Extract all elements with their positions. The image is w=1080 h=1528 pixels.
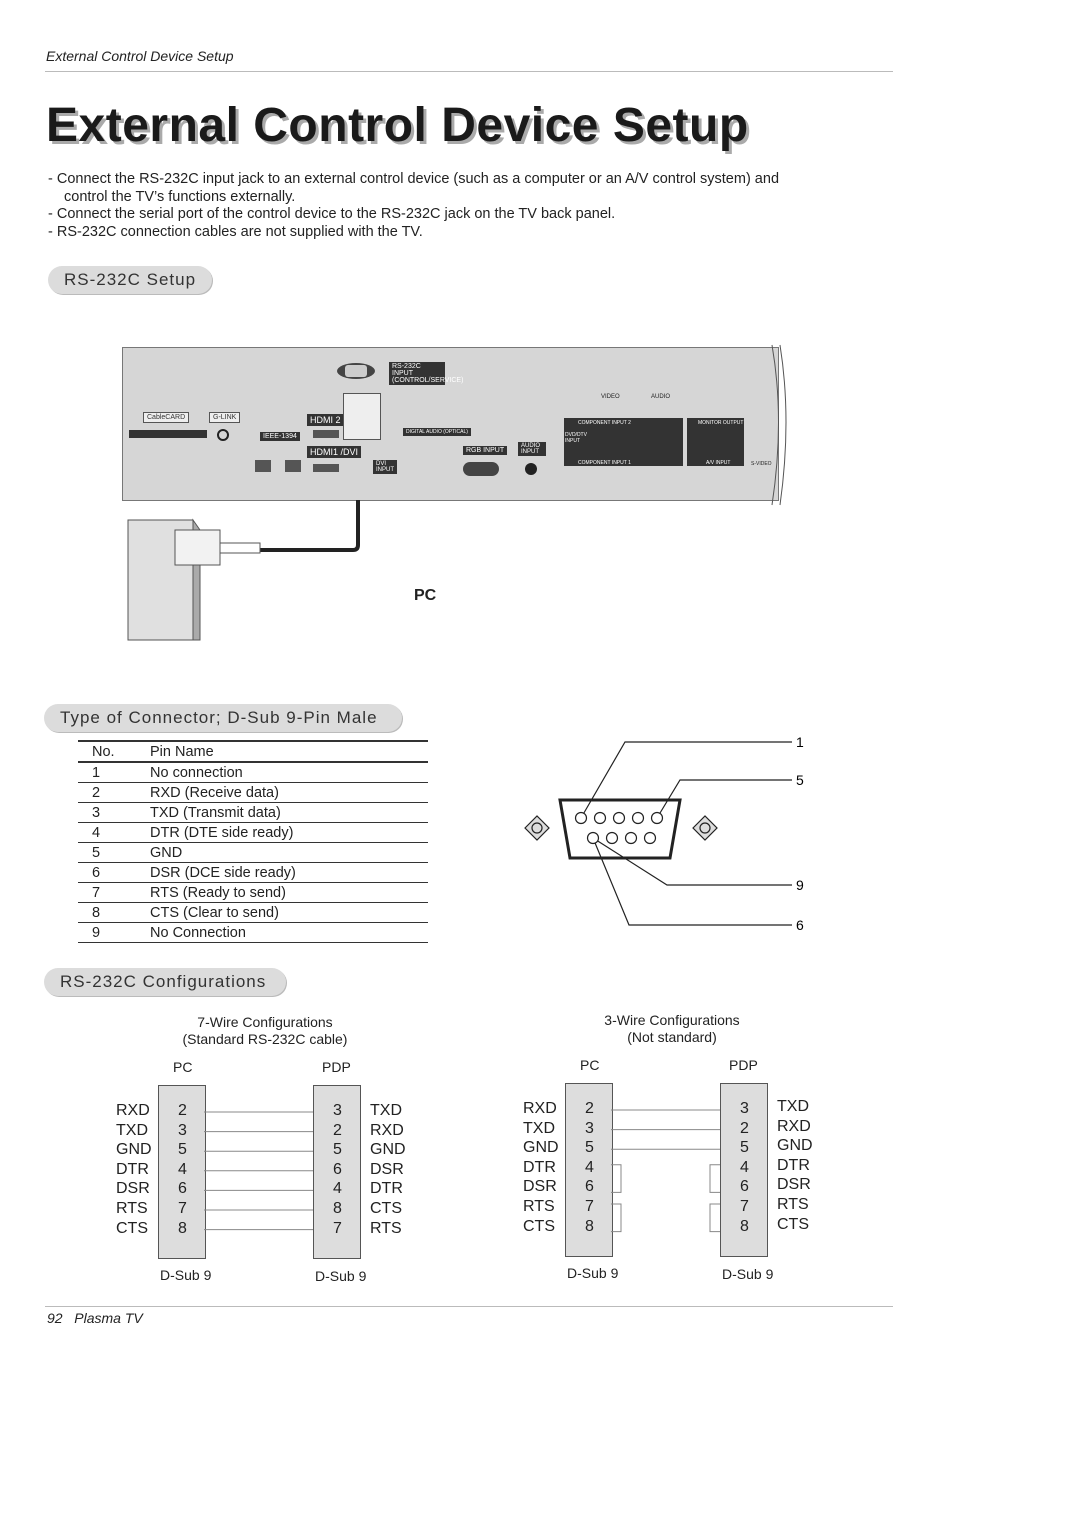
footer-rule — [45, 1306, 893, 1307]
dsub9-connector-diagram: 1 5 9 6 — [524, 734, 804, 933]
footer: 92 Plasma TV — [47, 1310, 143, 1326]
table-row: 4 DTR (DTE side ready) — [78, 822, 428, 843]
manual-page: External Control Device Setup External C… — [0, 0, 1080, 1528]
pc-label: PC — [414, 587, 437, 604]
pin-name: RXD (Receive data) — [150, 782, 428, 803]
pin-name: GND — [150, 842, 428, 863]
config-3wire: 3-Wire Configurations (Not standard) PC PDP… — [507, 1010, 837, 1290]
pin-label-5: 5 — [796, 772, 804, 788]
pin-number: 5 — [78, 842, 150, 863]
intro-bullets: - Connect the RS-232C input jack to an e… — [48, 171, 808, 241]
pin-name: No Connection — [150, 922, 428, 943]
page-title: External Control Device Setup — [46, 99, 749, 152]
pin-table: No. Pin Name 1 No connection 2 RXD (Receive … — [78, 740, 428, 943]
pdp-dsub-label: D-Sub 9 — [722, 1266, 774, 1282]
pc-dsub-label: D-Sub 9 — [160, 1267, 212, 1283]
pin-number: 2 — [78, 782, 150, 803]
bullet: - RS-232C connection cables are not supp… — [48, 223, 423, 240]
pin-number: 6 — [78, 862, 150, 883]
pin-number: 1 — [78, 761, 150, 783]
pin-name: RTS (Ready to send) — [150, 882, 428, 903]
table-row: 8 CTS (Clear to send) — [78, 902, 428, 923]
pin-name: CTS (Clear to send) — [150, 902, 428, 923]
table-row: 3 TXD (Transmit data) — [78, 802, 428, 823]
pc-serial-plug-icon — [174, 529, 221, 566]
loopback — [611, 1164, 720, 1233]
pin-name: DSR (DCE side ready) — [150, 862, 428, 883]
pc-dsub-label: D-Sub 9 — [567, 1265, 619, 1281]
section-configurations: RS-232C Configurations — [44, 968, 287, 996]
product-name: Plasma TV — [74, 1310, 143, 1326]
header-rule — [45, 71, 893, 72]
pin-number: 3 — [78, 802, 150, 823]
table-row: 6 DSR (DCE side ready) — [78, 862, 428, 883]
pin-number: 4 — [78, 822, 150, 843]
page-number: 92 — [47, 1310, 63, 1326]
section-rs232c-setup: RS-232C Setup — [48, 266, 213, 294]
pin-number: 9 — [78, 922, 150, 943]
pin-name: No connection — [150, 761, 428, 783]
connection-drawing — [127, 344, 787, 641]
pin-name: DTR (DTE side ready) — [150, 822, 428, 843]
table-row: 1 No connection — [78, 761, 428, 783]
bullet: - Connect the RS-232C input jack to an e… — [48, 171, 780, 205]
pin-label-1: 1 — [796, 734, 804, 750]
bullet: - Connect the serial port of the control… — [48, 206, 616, 222]
pin-label-6: 6 — [796, 917, 804, 933]
pin-name: TXD (Transmit data) — [150, 802, 428, 823]
table-row: 9 No Connection — [78, 922, 428, 943]
pin-number: 7 — [78, 882, 150, 903]
pdp-dsub-label: D-Sub 9 — [315, 1268, 367, 1284]
pin-number: 8 — [78, 902, 150, 923]
section-connector-type: Type of Connector; D-Sub 9-Pin Male — [44, 704, 402, 732]
running-header: External Control Device Setup — [46, 48, 234, 64]
table-row: 7 RTS (Ready to send) — [78, 882, 428, 903]
config-7wire: 7-Wire Configurations (Standard RS-232C c… — [100, 1012, 430, 1292]
pin-label-9: 9 — [796, 877, 804, 893]
table-row: 2 RXD (Receive data) — [78, 782, 428, 803]
table-row: 5 GND — [78, 842, 428, 863]
table-header-row: No. Pin Name — [78, 740, 428, 763]
